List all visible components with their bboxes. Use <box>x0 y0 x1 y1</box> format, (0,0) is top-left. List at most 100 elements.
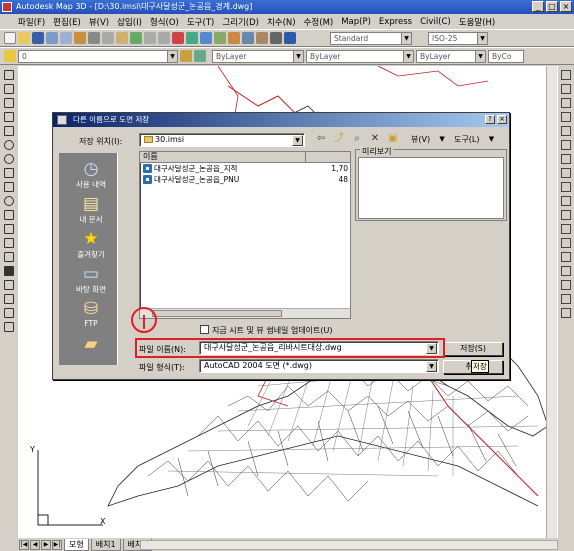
spline-icon[interactable] <box>4 182 14 192</box>
revision-cloud-icon[interactable] <box>4 168 14 178</box>
polyline-icon[interactable] <box>4 98 14 108</box>
file-item[interactable]: ▪ 대구사달성군_논공읍_지적 1,70 <box>140 163 350 174</box>
menu-express[interactable]: Express <box>375 17 416 27</box>
places-scrollbar[interactable] <box>117 153 125 365</box>
zoom-realtime-icon[interactable] <box>186 32 198 44</box>
pan-icon[interactable] <box>172 32 184 44</box>
ellipse-arc-icon[interactable] <box>4 210 14 220</box>
polygon-icon[interactable] <box>4 112 14 122</box>
menu-insert[interactable]: 삽입(I) <box>113 16 146 28</box>
open-icon[interactable] <box>18 32 30 44</box>
make-block-icon[interactable] <box>4 238 14 248</box>
trim-icon[interactable] <box>561 196 571 206</box>
tab-layout1[interactable]: 배치1 <box>90 538 121 551</box>
linetype-combo[interactable]: ByLayer ▼ <box>306 49 414 63</box>
menu-modify[interactable]: 수정(M) <box>300 16 338 28</box>
dialog-close-button[interactable]: × <box>497 115 507 124</box>
circle-icon[interactable] <box>4 154 14 164</box>
new-icon[interactable] <box>4 32 16 44</box>
scale-icon[interactable] <box>561 168 571 178</box>
save-icon[interactable] <box>32 32 44 44</box>
gradient-icon[interactable] <box>4 280 14 290</box>
table-icon[interactable] <box>4 308 14 318</box>
text-style-combo[interactable]: Standard ▼ <box>330 31 412 45</box>
draworder-icon[interactable] <box>561 294 571 304</box>
calculator-icon[interactable] <box>270 32 282 44</box>
back-arrow-icon[interactable]: ⇦ <box>315 133 327 145</box>
menu-civil[interactable]: Civil(C) <box>416 17 455 27</box>
chamfer-icon[interactable] <box>561 252 571 262</box>
scroll-thumb[interactable] <box>152 310 282 317</box>
file-list[interactable]: 이름 ▪ 대구사달성군_논공읍_지적 1,70 ▪ 대구사달성군_논공읍_PNU… <box>139 151 351 319</box>
ellipse-icon[interactable] <box>4 196 14 206</box>
undo-icon[interactable] <box>144 32 156 44</box>
tools-menu[interactable]: 도구(L) <box>454 134 479 145</box>
menu-format[interactable]: 형식(O) <box>146 16 183 28</box>
copy-object-icon[interactable] <box>561 84 571 94</box>
design-center-icon[interactable] <box>242 32 254 44</box>
offset-icon[interactable] <box>561 112 571 122</box>
mirror-icon[interactable] <box>561 98 571 108</box>
properties-icon[interactable] <box>228 32 240 44</box>
update-thumbnail-checkbox[interactable] <box>200 325 209 334</box>
maximize-button[interactable]: □ <box>546 1 558 12</box>
dim-style-combo[interactable]: ISO-25 ▼ <box>428 31 488 45</box>
last-tab-icon[interactable]: ▶| <box>52 539 62 550</box>
menu-file[interactable]: 파일(F) <box>14 16 49 28</box>
stretch-icon[interactable] <box>561 182 571 192</box>
multiline-text-icon[interactable] <box>4 322 14 332</box>
move-icon[interactable] <box>561 140 571 150</box>
drawing-vertical-scrollbar[interactable] <box>546 66 557 538</box>
column-name[interactable]: 이름 <box>140 152 306 162</box>
tab-model[interactable]: 모형 <box>64 538 89 551</box>
place-favorites[interactable]: ★ 즐겨찾기 <box>61 229 121 260</box>
redo-icon[interactable] <box>158 32 170 44</box>
explode-icon[interactable] <box>561 280 571 290</box>
minimize-button[interactable]: _ <box>532 1 544 12</box>
menu-help[interactable]: 도움말(H) <box>455 16 499 28</box>
menu-map[interactable]: Map(P) <box>337 17 375 27</box>
file-item[interactable]: ▪ 대구사달성군_논공읍_PNU 48 <box>140 174 350 185</box>
layer-combo[interactable]: 0 ▼ <box>18 49 178 63</box>
paste-icon[interactable] <box>116 32 128 44</box>
delete-icon[interactable]: ✕ <box>369 133 381 145</box>
filetype-select[interactable]: AutoCAD 2004 도면 (*.dwg) ▼ <box>199 359 439 373</box>
plot-icon[interactable] <box>46 32 58 44</box>
close-button[interactable]: × <box>560 1 572 12</box>
rectangle-icon[interactable] <box>4 126 14 136</box>
construction-line-icon[interactable] <box>4 84 14 94</box>
file-list-scrollbar[interactable] <box>140 308 350 318</box>
menu-tools[interactable]: 도구(T) <box>183 16 218 28</box>
help-icon[interactable] <box>284 32 296 44</box>
copy-icon[interactable] <box>102 32 114 44</box>
plot-style-combo[interactable]: ByCo <box>488 49 524 63</box>
drawing-horizontal-scrollbar[interactable] <box>140 540 558 550</box>
arc-icon[interactable] <box>4 140 14 150</box>
menu-dimension[interactable]: 치수(N) <box>263 16 300 28</box>
tool-palettes-icon[interactable] <box>256 32 268 44</box>
save-button[interactable]: 저장(S) <box>443 342 503 356</box>
line-icon[interactable] <box>4 70 14 80</box>
point-icon[interactable] <box>4 252 14 262</box>
dialog-help-button[interactable]: ? <box>485 115 495 124</box>
save-in-combo[interactable]: 30.imsi ▼ <box>139 133 305 147</box>
lineweight-combo[interactable]: ByLayer ▼ <box>416 49 486 63</box>
views-menu[interactable]: 뷰(V) <box>411 134 430 145</box>
array-icon[interactable] <box>561 126 571 136</box>
menu-view[interactable]: 뷰(V) <box>85 16 113 28</box>
search-icon[interactable]: ⌕ <box>351 133 363 145</box>
hatch-icon[interactable] <box>4 266 14 276</box>
fillet-icon[interactable] <box>561 266 571 276</box>
join-icon[interactable] <box>561 238 571 248</box>
place-ftp[interactable]: ⛁ FTP <box>61 299 121 330</box>
zoom-window-icon[interactable] <box>200 32 212 44</box>
draworder-back-icon[interactable] <box>561 308 571 318</box>
rotate-icon[interactable] <box>561 154 571 164</box>
new-folder-icon[interactable]: ▣ <box>387 133 399 145</box>
zoom-previous-icon[interactable] <box>214 32 226 44</box>
print-preview-icon[interactable] <box>60 32 72 44</box>
layer-previous-icon[interactable] <box>194 50 206 62</box>
make-current-icon[interactable] <box>180 50 192 62</box>
insert-block-icon[interactable] <box>4 224 14 234</box>
menu-draw[interactable]: 그리기(D) <box>218 16 263 28</box>
